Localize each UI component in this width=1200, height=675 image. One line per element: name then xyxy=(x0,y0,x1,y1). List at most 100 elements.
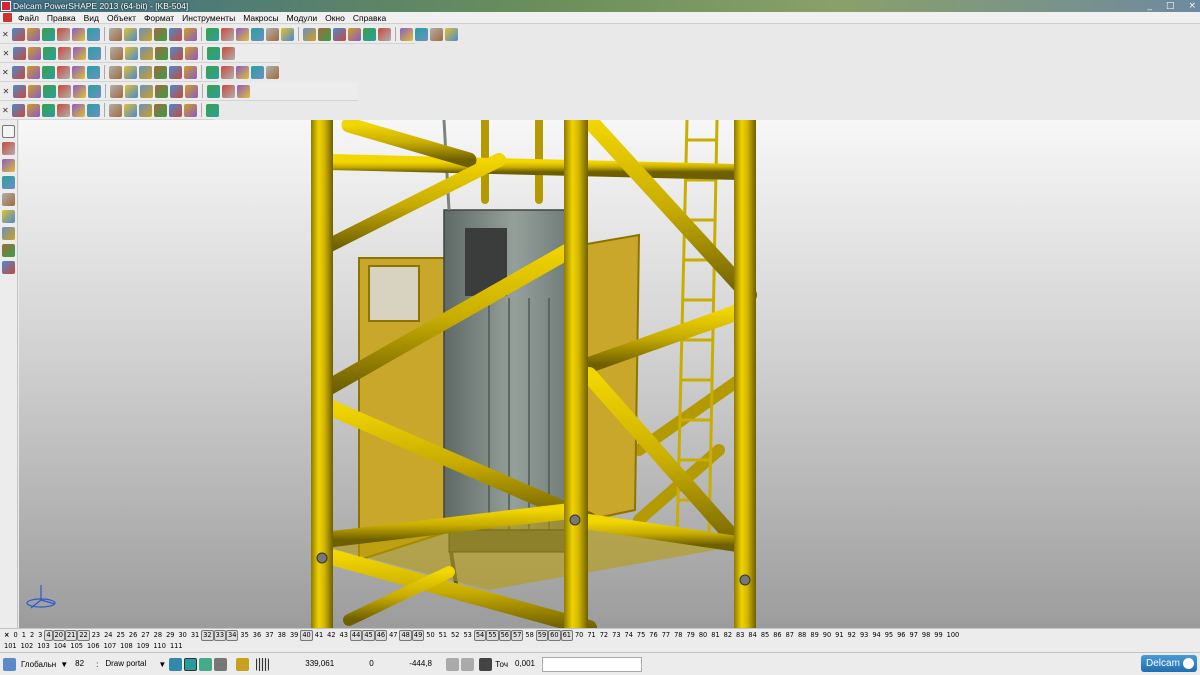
level-54[interactable]: 54 xyxy=(473,630,487,641)
section-icon[interactable] xyxy=(222,46,235,60)
workplane-dropdown-icon[interactable]: ▼ xyxy=(60,660,68,669)
level-52[interactable]: 52 xyxy=(449,631,461,640)
view-back-icon[interactable] xyxy=(28,46,41,60)
toolbar-close-icon[interactable]: ✕ xyxy=(2,103,9,117)
level-49[interactable]: 49 xyxy=(411,630,425,641)
level-76[interactable]: 76 xyxy=(647,631,659,640)
level-21[interactable]: 21 xyxy=(64,630,78,641)
save-icon[interactable] xyxy=(41,27,55,41)
pocket-icon[interactable] xyxy=(125,84,138,98)
solid-icon[interactable] xyxy=(13,84,26,98)
zoom-out-icon[interactable] xyxy=(280,27,294,41)
cone-icon[interactable] xyxy=(41,65,55,79)
level-92[interactable]: 92 xyxy=(846,631,858,640)
mirror-icon[interactable] xyxy=(265,65,279,79)
shell-icon[interactable] xyxy=(58,84,71,98)
snap-icon[interactable] xyxy=(169,657,183,671)
level-30[interactable]: 30 xyxy=(176,631,188,640)
layers-icon[interactable] xyxy=(429,27,443,41)
level-75[interactable]: 75 xyxy=(635,631,647,640)
level-37[interactable]: 37 xyxy=(263,631,275,640)
level-36[interactable]: 36 xyxy=(251,631,263,640)
coord-x-field[interactable]: 339,061 xyxy=(302,657,362,672)
chamfer-icon[interactable] xyxy=(155,84,168,98)
level-85[interactable]: 85 xyxy=(759,631,771,640)
spline-icon[interactable] xyxy=(250,65,264,79)
level-96[interactable]: 96 xyxy=(895,631,907,640)
level-81[interactable]: 81 xyxy=(709,631,721,640)
level-25[interactable]: 25 xyxy=(115,631,127,640)
dimension-tool-icon[interactable] xyxy=(2,244,15,257)
undo-icon[interactable] xyxy=(183,27,197,41)
layers-tool-icon[interactable] xyxy=(2,142,15,155)
level-104[interactable]: 104 xyxy=(52,642,69,651)
level-99[interactable]: 99 xyxy=(932,631,944,640)
graphics-viewport[interactable] xyxy=(19,120,1200,628)
revolve-icon[interactable] xyxy=(108,65,122,79)
level-90[interactable]: 90 xyxy=(821,631,833,640)
trim-icon[interactable] xyxy=(183,65,197,79)
level-93[interactable]: 93 xyxy=(858,631,870,640)
close-button[interactable]: × xyxy=(1188,0,1196,12)
level-94[interactable]: 94 xyxy=(870,631,882,640)
feature-icon[interactable] xyxy=(73,84,86,98)
morph-icon[interactable] xyxy=(222,84,235,98)
pan-icon[interactable] xyxy=(250,27,264,41)
level-97[interactable]: 97 xyxy=(908,631,920,640)
level-39[interactable]: 39 xyxy=(288,631,300,640)
level-32[interactable]: 32 xyxy=(201,630,214,641)
view-front-icon[interactable] xyxy=(13,46,26,60)
rib-icon[interactable] xyxy=(140,84,153,98)
clear-icon[interactable] xyxy=(153,103,167,117)
level-1[interactable]: 1 xyxy=(20,631,28,640)
smart-cursor-icon[interactable] xyxy=(236,657,250,671)
level-98[interactable]: 98 xyxy=(920,631,932,640)
level-27[interactable]: 27 xyxy=(139,631,151,640)
blend-icon[interactable] xyxy=(138,65,152,79)
level-101[interactable]: 101 xyxy=(2,642,19,651)
cylinder-icon[interactable] xyxy=(26,65,40,79)
level-46[interactable]: 46 xyxy=(374,630,388,641)
level-102[interactable]: 102 xyxy=(19,642,36,651)
new-icon[interactable] xyxy=(11,27,25,41)
maximize-button[interactable]: □ xyxy=(1166,0,1175,12)
delete-icon[interactable] xyxy=(168,27,182,41)
hidden-icon[interactable] xyxy=(170,46,183,60)
level-78[interactable]: 78 xyxy=(672,631,684,640)
level-48[interactable]: 48 xyxy=(399,630,412,641)
level-82[interactable]: 82 xyxy=(722,631,734,640)
properties-icon[interactable] xyxy=(86,27,100,41)
paste-icon[interactable] xyxy=(138,27,152,41)
level-107[interactable]: 107 xyxy=(102,642,119,651)
texture-icon[interactable] xyxy=(362,27,376,41)
level-70[interactable]: 70 xyxy=(573,631,585,640)
toolbar-close-icon[interactable]: ✕ xyxy=(2,27,9,41)
menu-object[interactable]: Объект xyxy=(103,12,140,24)
level-26[interactable]: 26 xyxy=(127,631,139,640)
level-41[interactable]: 41 xyxy=(313,631,325,640)
extrusion-icon[interactable] xyxy=(86,65,100,79)
level-88[interactable]: 88 xyxy=(796,631,808,640)
copy-icon[interactable] xyxy=(123,27,137,41)
split-icon[interactable] xyxy=(205,65,219,79)
paste-icon[interactable] xyxy=(138,103,152,117)
copy-icon[interactable] xyxy=(123,103,137,117)
level-74[interactable]: 74 xyxy=(623,631,635,640)
lock-icon[interactable] xyxy=(235,27,249,41)
level-50[interactable]: 50 xyxy=(424,631,436,640)
workplane-icon[interactable] xyxy=(2,159,15,172)
level-22[interactable]: 22 xyxy=(77,630,90,641)
level-23[interactable]: 23 xyxy=(90,631,102,640)
shade-icon[interactable] xyxy=(347,27,361,41)
hole-icon[interactable] xyxy=(88,84,101,98)
level-95[interactable]: 95 xyxy=(883,631,895,640)
toolbar-close-icon[interactable]: ✕ xyxy=(2,46,10,60)
level-84[interactable]: 84 xyxy=(746,631,758,640)
coord-z-field[interactable]: -444,8 xyxy=(406,657,442,672)
menu-help[interactable]: Справка xyxy=(349,12,390,24)
level-73[interactable]: 73 xyxy=(610,631,622,640)
level-31[interactable]: 31 xyxy=(189,631,201,640)
open-icon[interactable] xyxy=(26,103,40,117)
open-icon[interactable] xyxy=(26,27,40,41)
delete-icon[interactable] xyxy=(168,103,182,117)
